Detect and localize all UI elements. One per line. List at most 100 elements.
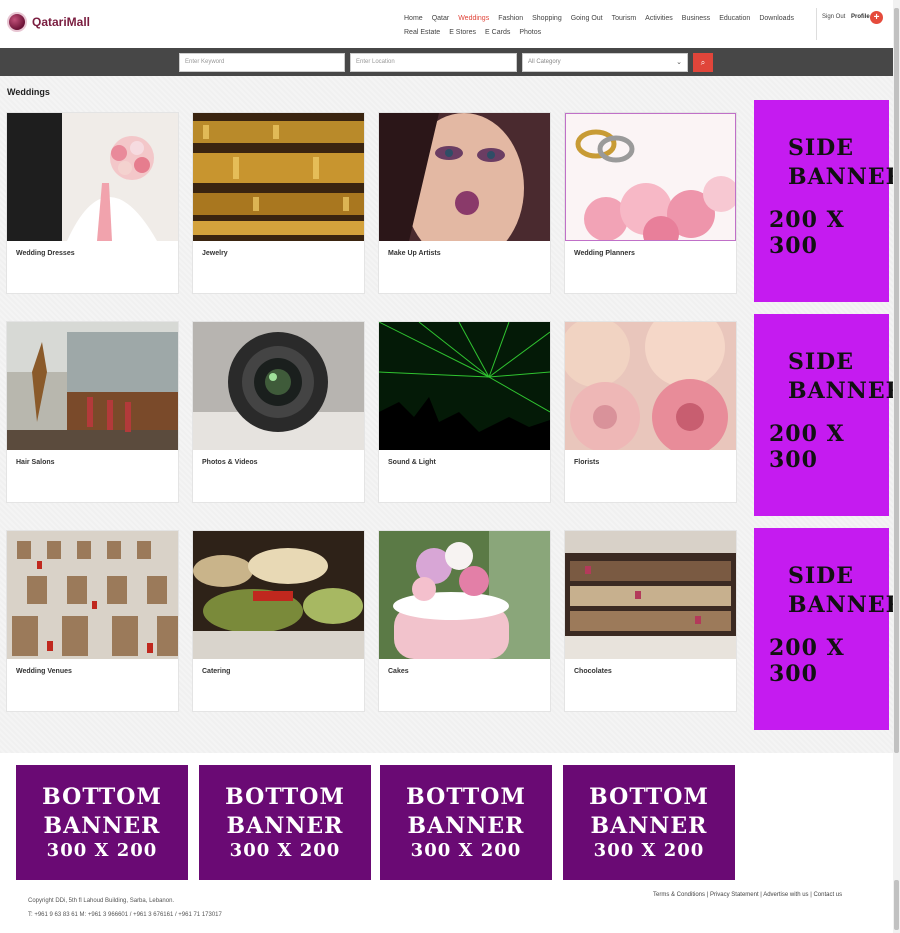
florists-image (565, 322, 736, 450)
bottom-banner-size: 300 X 200 (410, 840, 522, 861)
side-banner-3[interactable]: SIDE BANNER 200 X 300 (754, 528, 900, 730)
nav-divider (816, 8, 817, 40)
bottom-banner-title: BOTTOM BANNER (406, 784, 526, 839)
category-card-wedding-venues[interactable]: Wedding Venues (6, 530, 179, 712)
category-label: Florists (574, 459, 600, 466)
make-up-artists-image (379, 113, 550, 241)
wedding-planners-image (565, 113, 736, 241)
footer-link-privacy[interactable]: Privacy Statement (710, 892, 759, 898)
category-card-sound-light[interactable]: Sound & Light (378, 321, 551, 503)
location-input[interactable]: Enter Location (350, 53, 517, 72)
nav-item-shopping[interactable]: Shopping (532, 12, 562, 26)
side-banner-size: 200 X 300 (769, 635, 845, 687)
nav-item-photos[interactable]: Photos (519, 26, 541, 40)
wedding-venues-image (7, 531, 178, 659)
category-card-catering[interactable]: Catering (192, 530, 365, 712)
nav-item-going-out[interactable]: Going Out (571, 12, 603, 26)
category-select[interactable]: All Category ⌄ (522, 53, 688, 72)
photos-videos-image (193, 322, 364, 450)
footer-links: Terms & Conditions | Privacy Statement |… (653, 892, 843, 898)
bottom-banner-2[interactable]: BOTTOM BANNER 300 X 200 (199, 765, 371, 880)
footer-copyright: Copyright DDi, 5th fl Lahoud Building, S… (28, 898, 175, 904)
hair-salons-image (7, 322, 178, 450)
bottom-section: BOTTOM BANNER 300 X 200 BOTTOM BANNER 30… (0, 753, 893, 933)
scrollbar-thumb[interactable] (894, 8, 899, 753)
category-card-wedding-planners[interactable]: Wedding Planners (564, 112, 737, 294)
category-select-value: All Category (528, 59, 561, 65)
category-card-wedding-dresses[interactable]: Wedding Dresses (6, 112, 179, 294)
footer-link-advertise[interactable]: Advertise with us (763, 892, 808, 898)
profile-icon[interactable]: + (870, 11, 883, 24)
category-label: Catering (202, 668, 231, 675)
jewelry-image (193, 113, 364, 241)
bottom-banner-title: BOTTOM BANNER (42, 784, 162, 839)
side-banner-title: SIDE BANNER (788, 563, 900, 618)
nav-item-qatar[interactable]: Qatar (432, 12, 450, 26)
footer-link-terms[interactable]: Terms & Conditions (653, 892, 705, 898)
search-button[interactable]: ⌕ (693, 53, 713, 72)
search-icon: ⌕ (700, 58, 706, 67)
category-label: Chocolates (574, 668, 612, 675)
keyword-input[interactable]: Enter Keyword (179, 53, 345, 72)
category-card-make-up-artists[interactable]: Make Up Artists (378, 112, 551, 294)
header: QatariMall Home Qatar Weddings Fashion Shopp… (0, 0, 893, 48)
category-label: Hair Salons (16, 459, 55, 466)
nav-item-tourism[interactable]: Tourism (612, 12, 637, 26)
sign-out-link[interactable]: Sign Out (822, 14, 845, 20)
side-banner-size: 200 X 300 (769, 207, 845, 259)
nav-item-e-cards[interactable]: E Cards (485, 26, 510, 40)
category-card-jewelry[interactable]: Jewelry (192, 112, 365, 294)
main-content: Weddings Wedding Dresses Jewelry Make Up… (0, 76, 900, 753)
sound-light-image (379, 322, 550, 450)
category-label: Jewelry (202, 250, 228, 257)
nav-item-activities[interactable]: Activities (645, 12, 673, 26)
nav-item-business[interactable]: Business (682, 12, 710, 26)
nav-item-downloads[interactable]: Downloads (759, 12, 794, 26)
bottom-banner-size: 300 X 200 (593, 840, 705, 861)
scrollbar-thumb-lower[interactable] (894, 880, 899, 930)
wedding-dresses-image (7, 113, 178, 241)
logo[interactable]: QatariMall (7, 12, 90, 32)
nav-item-education[interactable]: Education (719, 12, 750, 26)
bottom-banner-4[interactable]: BOTTOM BANNER 300 X 200 (563, 765, 735, 880)
side-banner-size: 200 X 300 (769, 421, 845, 473)
category-card-florists[interactable]: Florists (564, 321, 737, 503)
category-label: Wedding Venues (16, 668, 72, 675)
category-card-hair-salons[interactable]: Hair Salons (6, 321, 179, 503)
category-label: Sound & Light (388, 459, 436, 466)
search-bar: Enter Keyword Enter Location All Categor… (0, 48, 893, 76)
side-banner-1[interactable]: SIDE BANNER 200 X 300 (754, 100, 900, 302)
nav-item-real-estate[interactable]: Real Estate (404, 26, 440, 40)
category-label: Cakes (388, 668, 409, 675)
catering-image (193, 531, 364, 659)
side-banner-2[interactable]: SIDE BANNER 200 X 300 (754, 314, 900, 516)
category-label: Make Up Artists (388, 250, 441, 257)
bottom-banner-title: BOTTOM BANNER (225, 784, 345, 839)
bottom-banner-3[interactable]: BOTTOM BANNER 300 X 200 (380, 765, 552, 880)
nav-item-e-stores[interactable]: E Stores (449, 26, 476, 40)
footer-link-contact[interactable]: Contact us (813, 892, 842, 898)
category-card-cakes[interactable]: Cakes (378, 530, 551, 712)
category-label: Photos & Videos (202, 459, 258, 466)
bottom-banner-title: BOTTOM BANNER (589, 784, 709, 839)
logo-icon (7, 12, 27, 32)
bottom-banner-size: 300 X 200 (46, 840, 158, 861)
footer-phones: T: +961 9 63 83 61 M: +961 3 966601 / +9… (28, 912, 222, 918)
side-banner-title: SIDE BANNER (788, 135, 900, 190)
nav-item-home[interactable]: Home (404, 12, 423, 26)
page-title: Weddings (7, 87, 50, 97)
nav-item-weddings[interactable]: Weddings (458, 12, 489, 26)
chevron-down-icon: ⌄ (676, 59, 682, 66)
profile-link[interactable]: Profile (851, 14, 870, 20)
main-nav: Home Qatar Weddings Fashion Shopping Going Ou… (404, 12, 816, 40)
category-card-chocolates[interactable]: Chocolates (564, 530, 737, 712)
nav-item-fashion[interactable]: Fashion (498, 12, 523, 26)
bottom-banner-1[interactable]: BOTTOM BANNER 300 X 200 (16, 765, 188, 880)
category-label: Wedding Dresses (16, 250, 75, 257)
logo-text: QatariMall (32, 15, 91, 29)
category-card-photos-videos[interactable]: Photos & Videos (192, 321, 365, 503)
side-banner-title: SIDE BANNER (788, 349, 900, 404)
bottom-banner-size: 300 X 200 (229, 840, 341, 861)
page-scrollbar[interactable] (893, 0, 900, 933)
chocolates-image (565, 531, 736, 659)
